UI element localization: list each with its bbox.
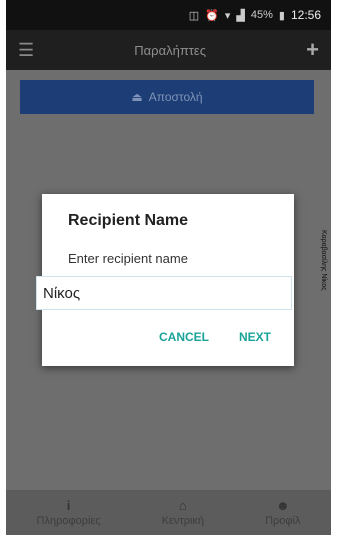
bottom-nav: i Πληροφορίες ⌂ Κεντρική ☻ Προφίλ: [6, 490, 331, 535]
app-bar: ☰ Παραλήπτες +: [6, 30, 331, 70]
page-title: Παραλήπτες: [134, 42, 206, 58]
battery-percent: 45%: [250, 9, 273, 21]
status-bar: ◫ ⏰ ▾ ▟ 45% ▮ 12:56: [6, 0, 331, 30]
nav-item-profile[interactable]: ☻ Προφίλ: [265, 498, 300, 527]
send-button-label: Αποστολή: [148, 90, 203, 104]
nfc-icon: ◫: [188, 9, 200, 22]
nav-item-label: Πληροφορίες: [36, 515, 101, 527]
upload-icon: ⏏: [131, 90, 143, 104]
side-text: Καραβασίλης Νίκος: [320, 230, 327, 291]
home-icon: ⌂: [178, 498, 187, 513]
battery-icon: ▮: [278, 9, 285, 22]
menu-icon[interactable]: ☰: [18, 40, 34, 61]
info-icon: i: [66, 498, 71, 513]
next-button[interactable]: NEXT: [239, 330, 271, 344]
signal-icon: ▟: [236, 9, 245, 22]
nav-item-info[interactable]: i Πληροφορίες: [37, 498, 101, 527]
nav-item-home[interactable]: ⌂ Κεντρική: [162, 498, 204, 527]
recipient-dialog: Recipient Name Enter recipient name CANC…: [36, 194, 294, 366]
alarm-icon: ⏰: [205, 9, 219, 22]
cancel-button[interactable]: CANCEL: [159, 330, 209, 344]
plus-icon[interactable]: +: [306, 37, 319, 63]
nav-item-label: Κεντρική: [161, 515, 205, 527]
clock: 12:56: [290, 8, 321, 22]
nav-item-label: Προφίλ: [265, 515, 301, 527]
phone-screen: ◫ ⏰ ▾ ▟ 45% ▮ 12:56 ☰ Παραλήπτες + ⏏ Απο…: [6, 0, 331, 535]
people-icon: ☻: [275, 498, 290, 513]
send-button[interactable]: ⏏ Αποστολή: [20, 80, 314, 114]
recipient-name-input[interactable]: [36, 276, 292, 310]
dialog-title: Recipient Name: [68, 212, 189, 229]
dialog-message: Enter recipient name: [68, 251, 188, 266]
wifi-icon: ▾: [224, 9, 231, 22]
